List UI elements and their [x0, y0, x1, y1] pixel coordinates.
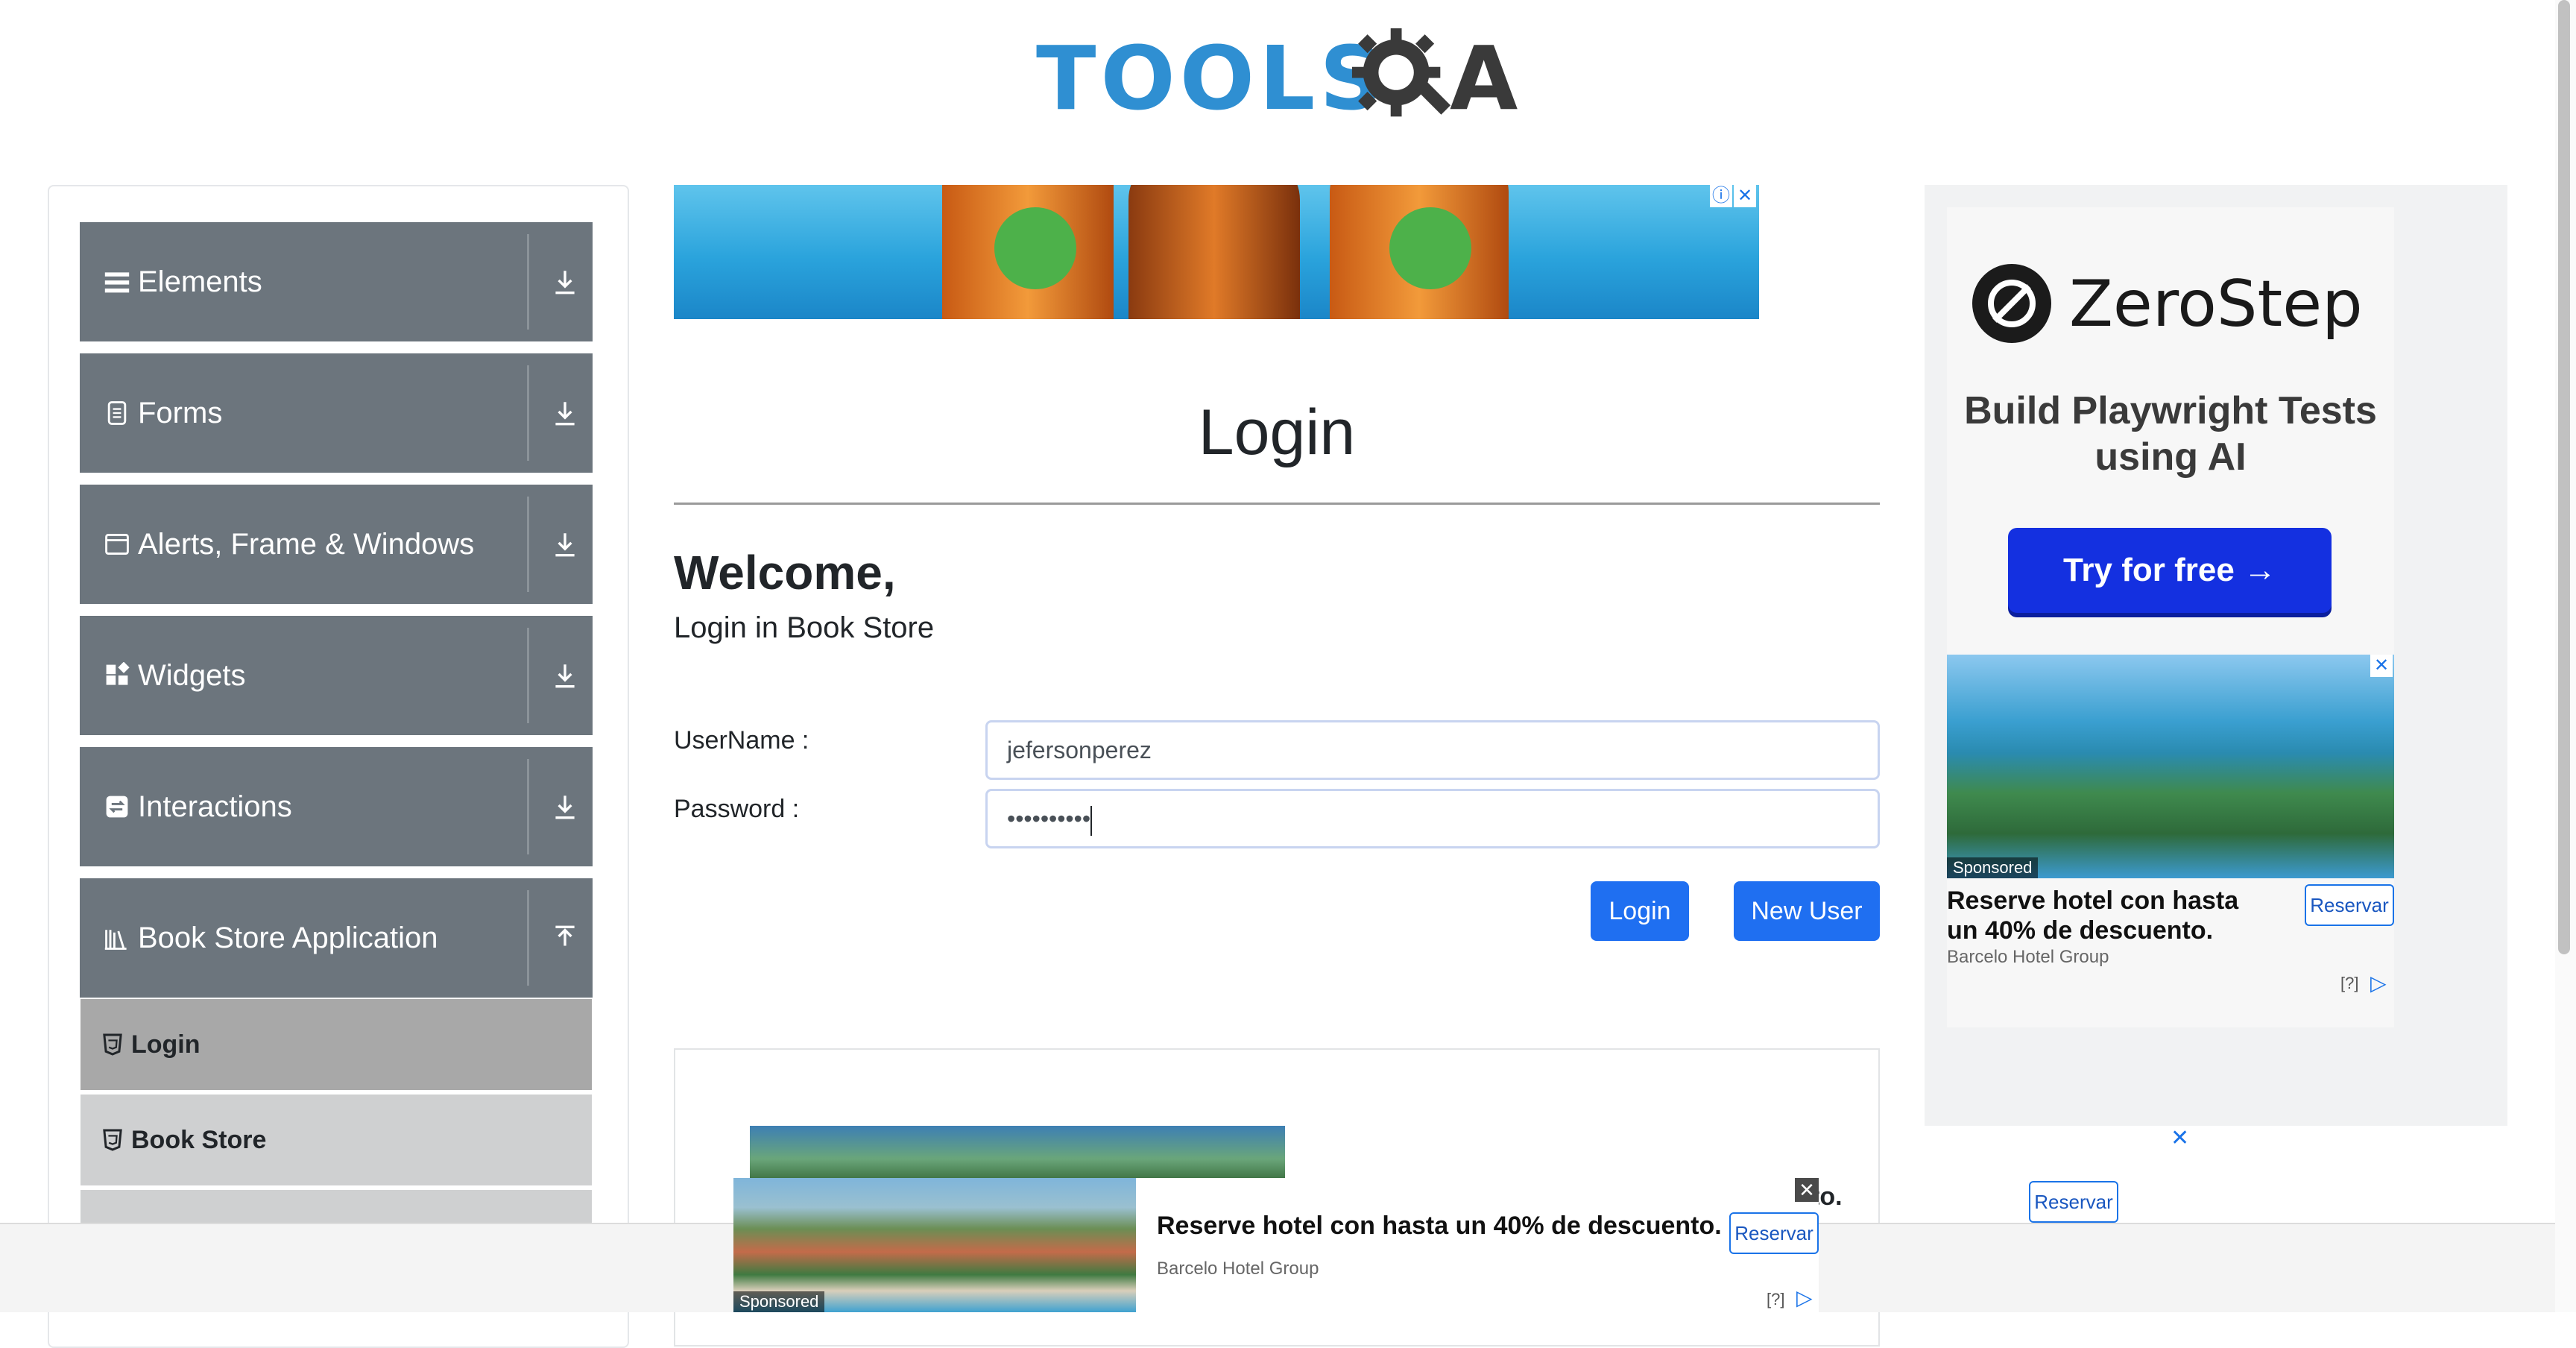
divider: [527, 890, 529, 986]
password-input[interactable]: ••••••••••: [985, 789, 1880, 848]
window-icon: [105, 533, 129, 555]
divider: [527, 234, 529, 330]
bottom-ad-image[interactable]: Sponsored: [733, 1178, 1136, 1312]
download-arrow-icon: [555, 796, 575, 819]
login-button[interactable]: Login: [1591, 881, 1689, 941]
page-title: Login: [1198, 397, 1356, 468]
sidebar-group-widgets[interactable]: Widgets: [80, 616, 593, 735]
html5-icon: [103, 1033, 122, 1056]
bottom-ad-company: Barcelo Hotel Group: [1157, 1259, 1319, 1279]
reserve-button[interactable]: Reservar: [2305, 884, 2394, 926]
ad-info-icon[interactable]: ⓘ: [1710, 185, 1732, 207]
gear-search-icon: [1351, 28, 1451, 117]
zerostep-logo-icon: [1972, 264, 2051, 343]
sponsored-label: Sponsored: [733, 1291, 825, 1312]
sidebar-group-label: Widgets: [138, 659, 246, 692]
bottom-ad-title[interactable]: Reserve hotel con hasta un 40% de descue…: [1157, 1211, 1722, 1241]
zerostep-tagline: Build Playwright Tests using AI: [1964, 389, 2377, 479]
login-subtitle: Login in Book Store: [674, 611, 935, 644]
inline-ad-image[interactable]: [750, 1126, 1285, 1181]
menu-icon: [104, 272, 130, 293]
toolsqa-logo[interactable]: TOOLS A: [1036, 21, 1521, 136]
hotel-ad-title[interactable]: Reserve hotel con hasta un 40% de descue…: [1947, 886, 2275, 945]
hotel-ad-company: Barcelo Hotel Group: [1947, 947, 2109, 967]
sidebar-group-elements[interactable]: Elements: [80, 222, 593, 341]
welcome-heading: Welcome,: [674, 546, 896, 599]
password-value: ••••••••••: [1007, 805, 1091, 832]
new-user-button[interactable]: New User: [1734, 881, 1880, 941]
sidebar-item-label: Login: [131, 1030, 201, 1059]
widgets-icon: [106, 662, 130, 685]
form-icon: [107, 401, 127, 425]
sidebar-group-alerts[interactable]: Alerts, Frame & Windows: [80, 485, 593, 604]
divider: [527, 365, 529, 461]
sidebar-group-label: Book Store Application: [138, 922, 438, 954]
divider: [527, 759, 529, 854]
download-arrow-icon: [555, 664, 575, 688]
download-arrow-icon: [555, 533, 575, 557]
sidebar-group-interactions[interactable]: Interactions: [80, 747, 593, 866]
ad-bottle-image: [1128, 185, 1300, 319]
close-icon[interactable]: ✕: [1795, 1178, 1819, 1202]
divider: [527, 497, 529, 592]
divider: [674, 503, 1880, 505]
sidebar-item-book-store[interactable]: Book Store: [80, 1095, 592, 1185]
reserve-button[interactable]: Reservar: [2029, 1181, 2118, 1223]
download-arrow-icon: [555, 402, 575, 426]
try-for-free-button[interactable]: Try for free →: [2008, 528, 2332, 613]
username-label: UserName :: [674, 726, 809, 755]
sidebar-group-label: Interactions: [138, 790, 292, 823]
logo-text-a: A: [1450, 27, 1518, 130]
upload-arrow-icon: [555, 925, 575, 946]
sidebar-item-login[interactable]: Login: [80, 999, 592, 1090]
hotel-ad-image[interactable]: Sponsored: [1947, 655, 2394, 878]
ad-label-image: [994, 207, 1076, 289]
sidebar-group-label: Forms: [138, 397, 223, 429]
ad-label-image: [1389, 207, 1471, 289]
text-cursor: [1090, 805, 1093, 836]
sidebar-group-forms[interactable]: Forms: [80, 353, 593, 473]
sidebar-item-label: Book Store: [131, 1126, 267, 1154]
reserve-button[interactable]: Reservar: [1729, 1212, 1819, 1254]
sponsored-label: Sponsored: [1947, 857, 2039, 878]
sidebar-group-label: Alerts, Frame & Windows: [138, 528, 475, 561]
download-arrow-icon: [555, 271, 575, 295]
close-icon[interactable]: ✕: [2171, 1126, 2189, 1151]
password-label: Password :: [674, 795, 800, 823]
ad-info-link[interactable]: [?]: [2340, 974, 2358, 993]
close-icon[interactable]: ✕: [1734, 185, 1756, 207]
adchoices-icon[interactable]: ▷: [1796, 1285, 1813, 1310]
zerostep-brand: ZeroStep: [2069, 267, 2363, 341]
html5-icon: [103, 1129, 122, 1151]
scrollbar-thumb[interactable]: [2558, 0, 2570, 954]
sidebar-group-label: Elements: [138, 265, 262, 298]
sidebar-group-book-store-application[interactable]: Book Store Application: [80, 878, 593, 998]
divider: [527, 628, 529, 723]
adchoices-icon[interactable]: ▷: [2370, 971, 2387, 995]
username-input[interactable]: jefersonperez: [985, 720, 1880, 780]
ad-info-link[interactable]: [?]: [1767, 1290, 1784, 1309]
close-icon[interactable]: ✕: [2370, 655, 2393, 677]
interactions-icon: [106, 796, 128, 818]
top-banner-ad[interactable]: ⓘ ✕: [674, 185, 1759, 319]
books-icon: [104, 930, 127, 950]
logo-text-tools: TOOLS: [1036, 27, 1388, 130]
